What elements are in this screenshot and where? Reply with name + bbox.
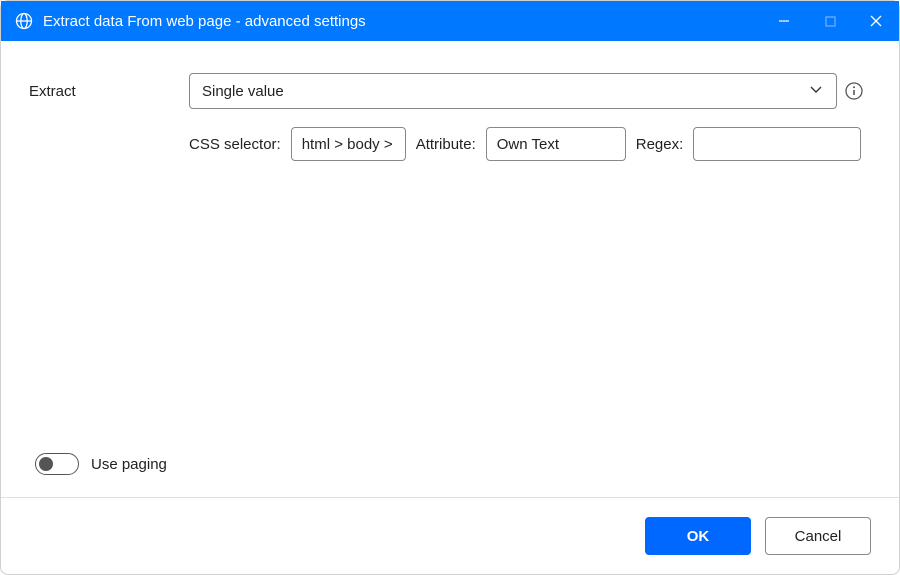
regex-label: Regex:	[636, 136, 684, 153]
titlebar: Extract data From web page - advanced se…	[1, 1, 899, 41]
info-icon[interactable]	[837, 82, 871, 100]
toggle-knob	[39, 457, 53, 471]
dialog-footer: OK Cancel	[1, 498, 899, 574]
extract-select-value: Single value	[202, 83, 284, 100]
cancel-button[interactable]: Cancel	[765, 517, 871, 555]
dialog-content: Extract Single value CSS selector: Attri…	[1, 41, 899, 497]
selector-row: CSS selector: Attribute: Regex:	[189, 127, 871, 161]
attribute-input[interactable]	[486, 127, 626, 161]
attribute-label: Attribute:	[416, 136, 476, 153]
globe-icon	[15, 12, 33, 30]
maximize-button	[807, 1, 853, 41]
extract-select[interactable]: Single value	[189, 73, 837, 109]
ok-button[interactable]: OK	[645, 517, 751, 555]
regex-input[interactable]	[693, 127, 861, 161]
close-button[interactable]	[853, 1, 899, 41]
minimize-button[interactable]	[761, 1, 807, 41]
use-paging-toggle[interactable]	[35, 453, 79, 475]
use-paging-label: Use paging	[91, 456, 167, 473]
window-controls	[761, 1, 899, 41]
css-selector-label: CSS selector:	[189, 136, 281, 153]
use-paging-row: Use paging	[35, 453, 167, 475]
extract-label: Extract	[29, 83, 189, 100]
css-selector-input[interactable]	[291, 127, 406, 161]
window-title: Extract data From web page - advanced se…	[43, 13, 761, 30]
chevron-down-icon	[808, 81, 824, 101]
